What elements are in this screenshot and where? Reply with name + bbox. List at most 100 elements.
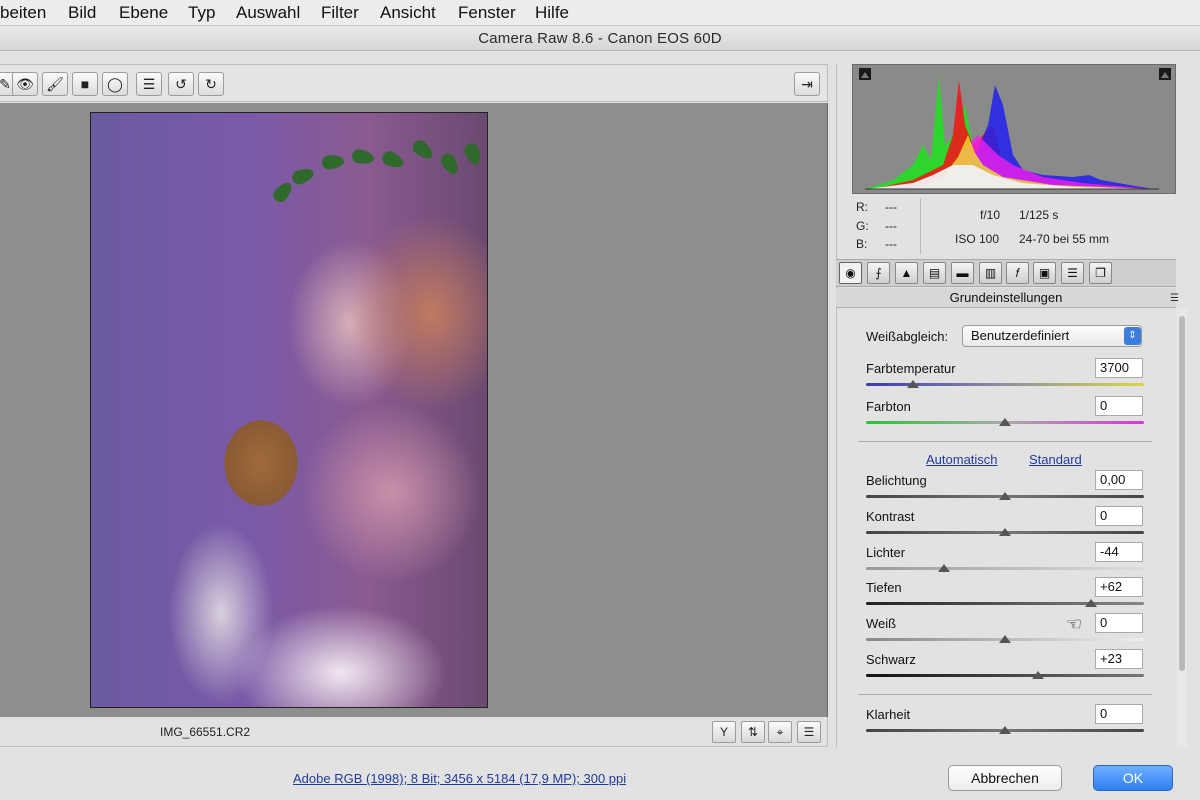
exposure-thumb[interactable] — [999, 492, 1011, 500]
rotate-left-icon[interactable]: ↺ — [168, 72, 194, 96]
menu-bild[interactable]: Bild — [68, 3, 96, 23]
toolbar: ✎ 👁 🖌 ■ ◯ ☰ ↺ ↻ ⇥ — [0, 64, 828, 102]
menu-ansicht[interactable]: Ansicht — [380, 3, 436, 23]
tab-split-toning-icon[interactable]: ▬ — [951, 262, 974, 284]
white-balance-value: Benutzerdefiniert — [971, 328, 1070, 343]
graduated-filter-icon[interactable]: ■ — [72, 72, 98, 96]
slider-label-whites: Weiß — [866, 616, 897, 631]
exposure-input[interactable]: 0,00 — [1095, 470, 1143, 490]
slider-label-blacks: Schwarz — [866, 652, 916, 667]
preview-preferences-icon[interactable]: ☰ — [797, 721, 821, 743]
whites-thumb[interactable] — [999, 635, 1011, 643]
temperature-thumb[interactable] — [907, 380, 920, 388]
tab-lens-icon[interactable]: ▥ — [979, 262, 1002, 284]
tab-effects-icon[interactable]: 𝑓 — [1006, 262, 1029, 284]
tab-basic-icon[interactable]: ◉ — [839, 262, 862, 284]
workflow-options-link[interactable]: Adobe RGB (1998); 8 Bit; 3456 x 5184 (17… — [293, 771, 626, 786]
menu-bar: beiten Bild Ebene Typ Auswahl Filter Ans… — [0, 0, 1200, 26]
copy-settings-icon[interactable]: ⌖ — [768, 721, 792, 743]
divider — [858, 441, 1152, 442]
tint-thumb[interactable] — [999, 418, 1011, 426]
default-link[interactable]: Standard — [1029, 452, 1082, 467]
leaf-decoration — [270, 179, 296, 205]
tab-snapshots-icon[interactable]: ❐ — [1089, 262, 1112, 284]
g-label: G: — [856, 219, 869, 233]
whites-input[interactable]: 0 — [1095, 613, 1143, 633]
radial-filter-icon[interactable]: ◯ — [102, 72, 128, 96]
divider — [858, 694, 1152, 695]
clarity-thumb[interactable] — [999, 726, 1011, 734]
blacks-track[interactable] — [866, 674, 1144, 677]
shutter-speed: 1/125 s — [1019, 208, 1059, 222]
lens: 24-70 bei 55 mm — [1019, 232, 1110, 246]
r-value: --- — [885, 200, 897, 214]
aperture: f/10 — [980, 208, 1001, 222]
panel-scrollbar-thumb[interactable] — [1179, 316, 1185, 671]
tab-presets-icon[interactable]: ☰ — [1061, 262, 1084, 284]
blacks-thumb[interactable] — [1032, 671, 1045, 679]
menu-typ[interactable]: Typ — [188, 3, 215, 23]
hand-cursor-icon: ☜ — [1066, 614, 1083, 634]
chevron-updown-icon[interactable]: ⇕ — [1124, 327, 1141, 345]
slider-label-tint: Farbton — [866, 399, 911, 414]
slider-label-contrast: Kontrast — [866, 509, 915, 524]
dialog-title: Camera Raw 8.6 - Canon EOS 60D — [478, 30, 722, 47]
panel-menu-icon[interactable]: ☰ — [1170, 293, 1179, 304]
preferences-icon[interactable]: ☰ — [136, 72, 162, 96]
dialog-title-bar: Camera Raw 8.6 - Canon EOS 60D — [0, 27, 1200, 51]
blacks-input[interactable]: +23 — [1095, 649, 1143, 669]
preview-photo[interactable] — [90, 112, 488, 708]
rotate-right-icon[interactable]: ↻ — [198, 72, 224, 96]
histogram — [852, 64, 1176, 194]
leaf-decoration — [290, 165, 316, 187]
cancel-button[interactable]: Abbrechen — [948, 765, 1062, 791]
menu-fenster[interactable]: Fenster — [458, 3, 516, 23]
slider-label-clarity: Klarheit — [866, 707, 911, 722]
before-after-icon[interactable]: Y — [712, 721, 736, 743]
tab-detail-icon[interactable]: ▲ — [895, 262, 918, 284]
leaf-decoration — [438, 150, 462, 178]
slider-label-shadows: Tiefen — [866, 580, 902, 595]
auto-link[interactable]: Automatisch — [926, 452, 998, 467]
tab-tone-curve-icon[interactable]: ⨍ — [867, 262, 890, 284]
tab-camera-calibration-icon[interactable]: ▣ — [1033, 262, 1056, 284]
b-value: --- — [885, 237, 897, 251]
toggle-fullscreen-icon[interactable]: ⇥ — [794, 72, 820, 96]
contrast-input[interactable]: 0 — [1095, 506, 1143, 526]
shadows-thumb[interactable] — [1085, 599, 1098, 607]
highlights-track[interactable] — [866, 567, 1144, 570]
camera-info — [852, 196, 1176, 258]
shadows-track[interactable] — [866, 602, 1144, 605]
highlights-input[interactable]: -44 — [1095, 542, 1143, 562]
clarity-input[interactable]: 0 — [1095, 704, 1143, 724]
leaf-decoration — [321, 154, 345, 170]
info-divider — [920, 198, 921, 254]
temperature-input[interactable]: 3700 — [1095, 358, 1143, 378]
tab-hsl-icon[interactable]: ▤ — [923, 262, 946, 284]
slider-label-exposure: Belichtung — [866, 473, 927, 488]
shadows-input[interactable]: +62 — [1095, 577, 1143, 597]
g-value: --- — [885, 219, 897, 233]
slider-label-highlights: Lichter — [866, 545, 906, 560]
red-eye-icon[interactable]: 👁 — [12, 72, 38, 96]
leaf-decoration — [462, 141, 484, 167]
white-balance-select[interactable]: Benutzerdefiniert — [962, 325, 1142, 347]
highlights-thumb[interactable] — [937, 564, 950, 572]
ok-button[interactable]: OK — [1093, 765, 1173, 791]
adjustment-brush-icon[interactable]: 🖌 — [42, 72, 68, 96]
white-balance-label: Weißabgleich: — [866, 329, 949, 344]
menu-hilfe[interactable]: Hilfe — [535, 3, 569, 23]
image-filename: IMG_66551.CR2 — [160, 725, 251, 739]
menu-auswahl[interactable]: Auswahl — [236, 3, 300, 23]
tint-input[interactable]: 0 — [1095, 396, 1143, 416]
contrast-thumb[interactable] — [999, 528, 1011, 536]
b-label: B: — [856, 237, 868, 251]
section-title: Grundeinstellungen — [836, 288, 1176, 308]
menu-ebene[interactable]: Ebene — [119, 3, 168, 23]
preview-footer — [0, 717, 828, 747]
menu-filter[interactable]: Filter — [321, 3, 359, 23]
menu-bearbeiten[interactable]: beiten — [0, 3, 46, 23]
leaf-decoration — [410, 137, 436, 163]
leaf-decoration — [350, 148, 376, 166]
swap-settings-icon[interactable]: ⇅ — [741, 721, 765, 743]
